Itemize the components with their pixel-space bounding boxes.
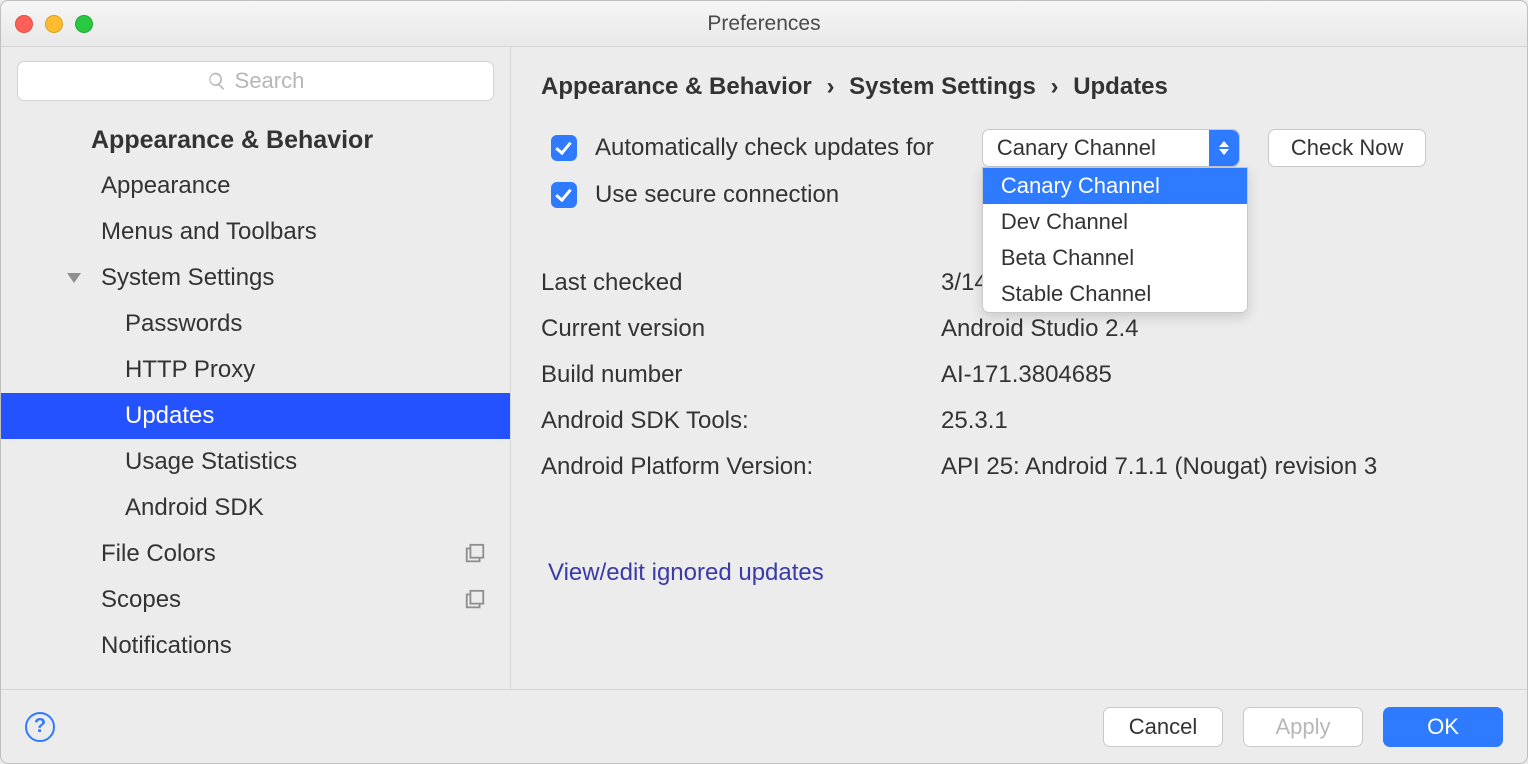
sidebar-item-label: Appearance <box>101 172 230 200</box>
sidebar-item-android-sdk[interactable]: Android SDK <box>1 485 510 531</box>
sidebar-item-label: HTTP Proxy <box>125 356 255 384</box>
apply-label: Apply <box>1275 714 1330 740</box>
sidebar-item-passwords[interactable]: Passwords <box>1 301 510 347</box>
window-body: Search Appearance & Behavior Appearance Me… <box>1 47 1527 689</box>
info-key: Android SDK Tools: <box>541 407 941 435</box>
content-area: Appearance & Behavior › System Settings … <box>511 47 1527 689</box>
info-key: Android Platform Version: <box>541 453 941 481</box>
info-value: API 25: Android 7.1.1 (Nougat) revision … <box>941 453 1377 481</box>
sidebar-item-label: System Settings <box>101 264 274 292</box>
sidebar-item-menus-and-toolbars[interactable]: Menus and Toolbars <box>1 209 510 255</box>
cancel-button[interactable]: Cancel <box>1103 707 1223 747</box>
info-key: Current version <box>541 315 941 343</box>
sidebar-item-label: Scopes <box>101 586 181 614</box>
info-value: AI-171.3804685 <box>941 361 1112 389</box>
ok-label: OK <box>1427 714 1459 740</box>
breadcrumb-sep: › <box>826 73 834 100</box>
footer: ? Cancel Apply OK <box>1 689 1527 763</box>
search-placeholder: Search <box>235 68 305 94</box>
apply-button[interactable]: Apply <box>1243 707 1363 747</box>
info-row: Android SDK Tools:25.3.1 <box>541 407 1497 435</box>
search-wrap: Search <box>1 47 510 111</box>
channel-selected-value: Canary Channel <box>997 135 1156 161</box>
help-icon: ? <box>34 715 46 738</box>
breadcrumb-part: Appearance & Behavior <box>541 73 812 100</box>
ok-button[interactable]: OK <box>1383 707 1503 747</box>
sidebar-item-scopes[interactable]: Scopes <box>1 577 510 623</box>
search-input[interactable]: Search <box>17 61 494 101</box>
sidebar-item-label: Notifications <box>101 632 232 660</box>
sidebar-item-label: Updates <box>125 402 214 430</box>
info-row: Current versionAndroid Studio 2.4 <box>541 315 1497 343</box>
channel-select[interactable]: Canary Channel <box>982 129 1240 167</box>
sidebar-item-appearance-behavior[interactable]: Appearance & Behavior <box>1 117 510 163</box>
auto-check-checkbox[interactable] <box>551 135 577 161</box>
info-value: 25.3.1 <box>941 407 1008 435</box>
secure-connection-label: Use secure connection <box>595 181 839 209</box>
auto-check-row: Automatically check updates for Canary C… <box>551 129 1497 167</box>
titlebar: Preferences <box>1 1 1527 47</box>
sidebar-item-appearance[interactable]: Appearance <box>1 163 510 209</box>
channel-option-beta-channel[interactable]: Beta Channel <box>983 240 1247 276</box>
sidebar-item-http-proxy[interactable]: HTTP Proxy <box>1 347 510 393</box>
cancel-label: Cancel <box>1129 714 1197 740</box>
info-value: Android Studio 2.4 <box>941 315 1138 343</box>
check-now-wrap: Check Now <box>1268 129 1426 167</box>
sidebar-item-label: Menus and Toolbars <box>101 218 317 246</box>
search-icon <box>207 71 227 91</box>
breadcrumb-part: System Settings <box>849 73 1036 100</box>
sidebar-item-label: Android SDK <box>125 494 264 522</box>
info-row: Build numberAI-171.3804685 <box>541 361 1497 389</box>
project-scope-icon <box>464 589 486 611</box>
info-key: Build number <box>541 361 941 389</box>
channel-option-canary-channel[interactable]: Canary Channel <box>983 168 1247 204</box>
info-row: Android Platform Version:API 25: Android… <box>541 453 1497 481</box>
sidebar-item-updates[interactable]: Updates <box>1 393 510 439</box>
sidebar: Search Appearance & Behavior Appearance Me… <box>1 47 511 689</box>
sidebar-item-usage-statistics[interactable]: Usage Statistics <box>1 439 510 485</box>
ignored-updates-link[interactable]: View/edit ignored updates <box>548 559 824 587</box>
help-button[interactable]: ? <box>25 712 55 742</box>
info-key: Last checked <box>541 269 941 297</box>
sidebar-item-label: File Colors <box>101 540 216 568</box>
settings-tree: Appearance & Behavior Appearance Menus and… <box>1 111 510 689</box>
check-now-label: Check Now <box>1291 135 1403 161</box>
sidebar-item-system-settings[interactable]: System Settings <box>1 255 510 301</box>
channel-select-wrap: Canary Channel Canary ChannelDev Channel… <box>982 129 1240 167</box>
sidebar-item-label: Appearance & Behavior <box>91 126 373 155</box>
sidebar-item-label: Passwords <box>125 310 242 338</box>
ignored-updates-link-label: View/edit ignored updates <box>548 559 824 586</box>
updown-arrows-icon <box>1209 130 1239 166</box>
breadcrumb-part: Updates <box>1073 73 1168 100</box>
channel-dropdown: Canary ChannelDev ChannelBeta ChannelSta… <box>982 167 1248 313</box>
sidebar-item-file-colors[interactable]: File Colors <box>1 531 510 577</box>
sidebar-item-label: Usage Statistics <box>125 448 297 476</box>
chevron-down-icon <box>67 273 81 283</box>
preferences-window: Preferences Search Appearance & Behavior… <box>0 0 1528 764</box>
secure-connection-checkbox[interactable] <box>551 182 577 208</box>
channel-option-stable-channel[interactable]: Stable Channel <box>983 276 1247 312</box>
sidebar-item-notifications[interactable]: Notifications <box>1 623 510 669</box>
check-now-button[interactable]: Check Now <box>1268 129 1426 167</box>
window-title: Preferences <box>1 12 1527 36</box>
project-scope-icon <box>464 543 486 565</box>
breadcrumb-sep: › <box>1051 73 1059 100</box>
auto-check-label: Automatically check updates for <box>595 134 934 162</box>
channel-option-dev-channel[interactable]: Dev Channel <box>983 204 1247 240</box>
breadcrumb: Appearance & Behavior › System Settings … <box>541 73 1497 101</box>
